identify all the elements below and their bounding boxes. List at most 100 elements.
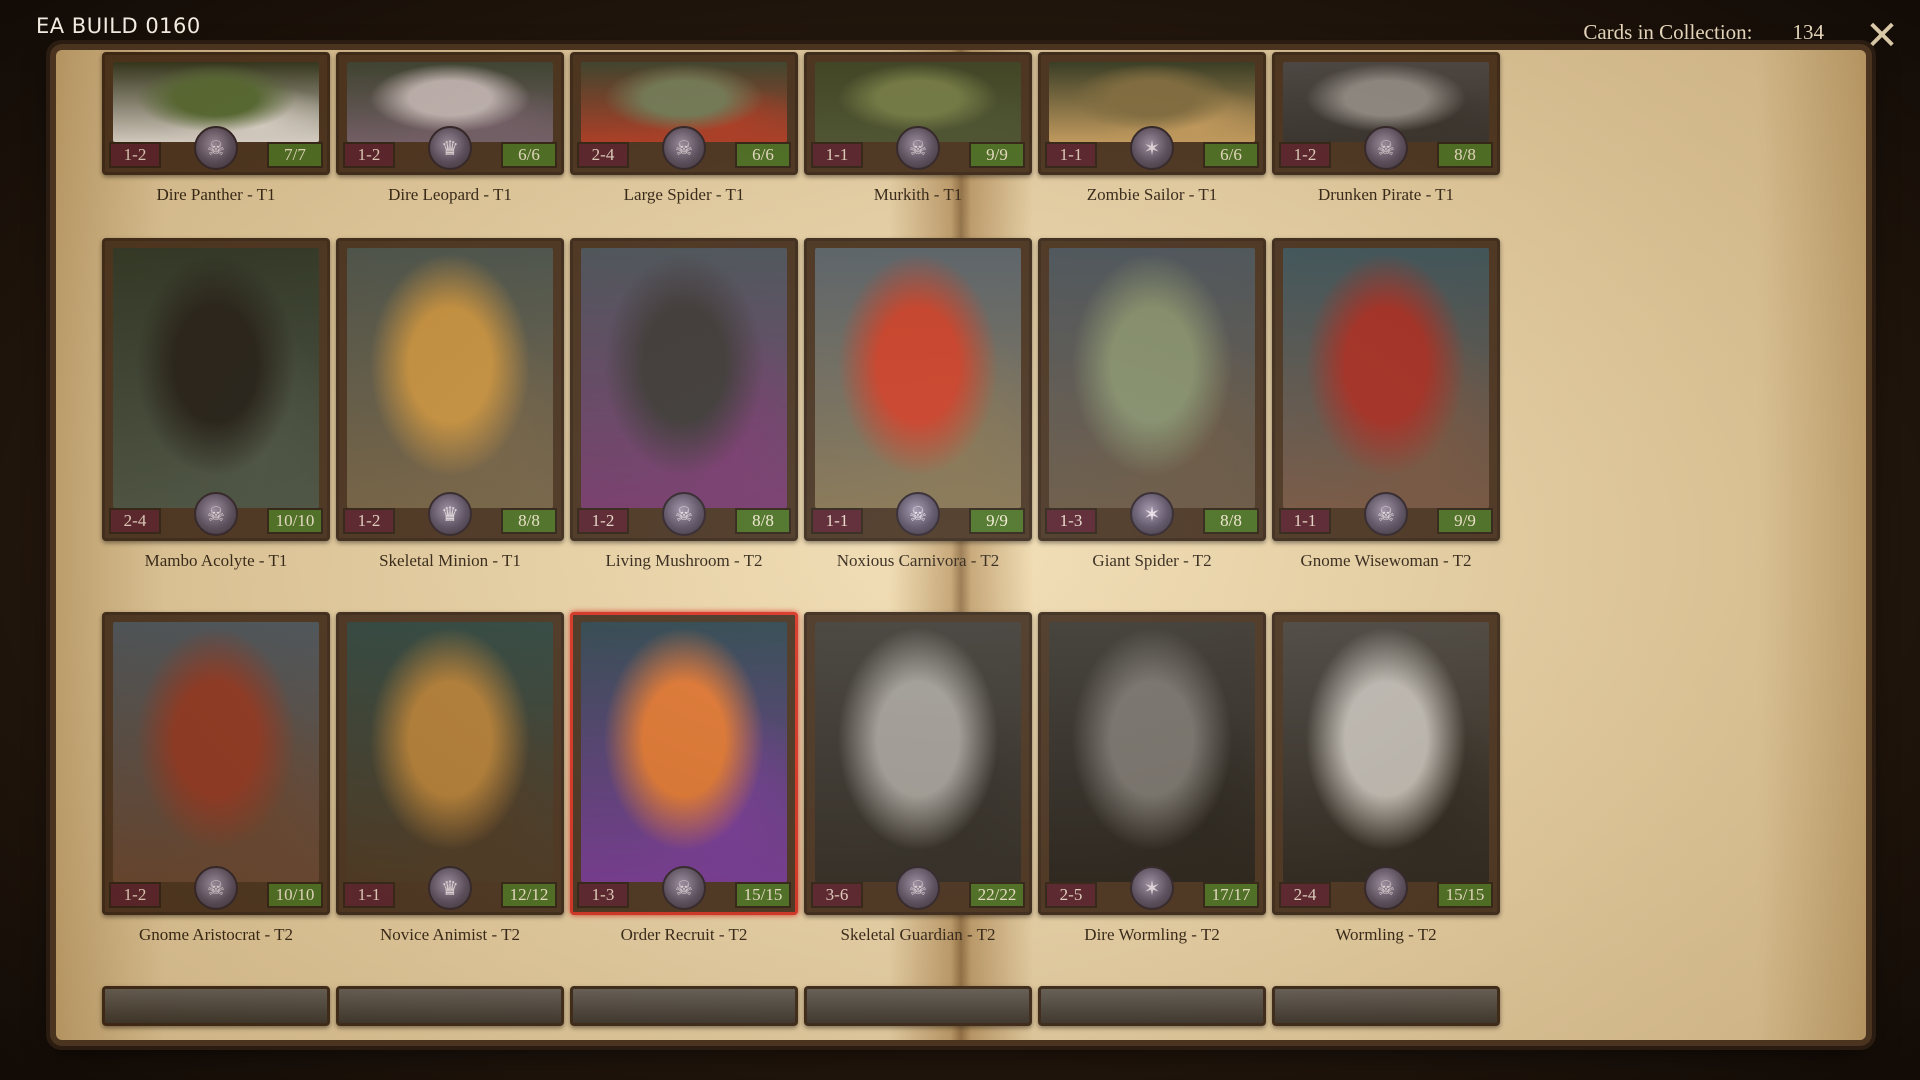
faction-emblem-icon: ☠ [1364, 126, 1408, 170]
health-badge: 8/8 [1203, 508, 1259, 534]
cost-badge: 2-4 [577, 142, 629, 168]
card-name: Zombie Sailor - T1 [1086, 185, 1218, 204]
cost-badge: 2-4 [1279, 882, 1331, 908]
card-frame[interactable]: 1-2 ♛ 6/6 [336, 52, 564, 175]
card-name: Noxious Carnivora - T2 [836, 551, 1000, 570]
card-frame-clipped[interactable] [1272, 986, 1500, 1026]
card-frame[interactable]: 2-5 ✶ 17/17 [1038, 612, 1266, 915]
card-name: Order Recruit - T2 [620, 925, 748, 944]
card-name: Skeletal Minion - T1 [379, 551, 521, 570]
health-badge: 10/10 [267, 508, 323, 534]
card[interactable]: 1-2 ☠ 8/8 Living Mushroom - T2 [570, 238, 798, 571]
collection-label: Cards in Collection: [1583, 20, 1753, 44]
close-icon: ✕ [1865, 13, 1899, 59]
card-name: Drunken Pirate - T1 [1317, 185, 1455, 204]
card-name: Dire Leopard - T1 [388, 185, 512, 204]
card-name: Dire Panther - T1 [156, 185, 276, 204]
card[interactable]: 1-3 ✶ 8/8 Giant Spider - T2 [1038, 238, 1266, 571]
cost-badge: 3-6 [811, 882, 863, 908]
card[interactable]: 1-2 ♛ 6/6 Dire Leopard - T1 [336, 52, 564, 205]
card-frame[interactable]: 2-4 ☠ 15/15 [1272, 612, 1500, 915]
health-badge: 9/9 [1437, 508, 1493, 534]
close-button[interactable]: ✕ [1860, 14, 1904, 58]
faction-emblem-icon: ☠ [194, 126, 238, 170]
card-art [1049, 248, 1255, 508]
card-name: Dire Wormling - T2 [1084, 925, 1220, 944]
faction-emblem-icon: ☠ [896, 492, 940, 536]
cost-badge: 2-5 [1045, 882, 1097, 908]
health-badge: 6/6 [501, 142, 557, 168]
card-art [1283, 248, 1489, 508]
card-frame[interactable]: 1-1 ✶ 6/6 [1038, 52, 1266, 175]
card[interactable]: 1-1 ☠ 9/9 Gnome Wisewoman - T2 [1272, 238, 1500, 571]
faction-emblem-icon: ✶ [1130, 126, 1174, 170]
card-art [347, 622, 553, 882]
health-badge: 12/12 [501, 882, 557, 908]
card-name: Wormling - T2 [1335, 925, 1437, 944]
card-art [815, 622, 1021, 882]
cost-badge: 1-1 [811, 142, 863, 168]
card-frame[interactable]: 1-2 ☠ 8/8 [1272, 52, 1500, 175]
card-art [113, 622, 319, 882]
card[interactable]: 1-1 ✶ 6/6 Zombie Sailor - T1 [1038, 52, 1266, 205]
faction-emblem-icon: ☠ [896, 126, 940, 170]
faction-emblem-icon: ✶ [1130, 866, 1174, 910]
cost-badge: 1-2 [343, 142, 395, 168]
cost-badge: 1-1 [1279, 508, 1331, 534]
card-frame-clipped[interactable] [1038, 986, 1266, 1026]
card-grid: 1-2 ☠ 7/7 Dire Panther - T1 1-2 ♛ 6/6 Dire Leop… [56, 50, 1866, 1040]
card[interactable]: 3-6 ☠ 22/22 Skeletal Guardian - T2 [804, 612, 1032, 945]
faction-emblem-icon: ☠ [1364, 492, 1408, 536]
health-badge: 8/8 [735, 508, 791, 534]
card[interactable]: 2-4 ☠ 6/6 Large Spider - T1 [570, 52, 798, 205]
card-frame[interactable]: 2-4 ☠ 6/6 [570, 52, 798, 175]
card-frame[interactable]: 1-1 ☠ 9/9 [804, 238, 1032, 541]
card[interactable]: 1-2 ☠ 10/10 Gnome Aristocrat - T2 [102, 612, 330, 945]
card[interactable]: 2-4 ☠ 10/10 Mambo Acolyte - T1 [102, 238, 330, 571]
faction-emblem-icon: ☠ [662, 492, 706, 536]
card[interactable]: 1-1 ☠ 9/9 Noxious Carnivora - T2 [804, 238, 1032, 571]
card[interactable]: 1-2 ☠ 8/8 Drunken Pirate - T1 [1272, 52, 1500, 205]
card-name: Large Spider - T1 [623, 185, 745, 204]
health-badge: 6/6 [735, 142, 791, 168]
health-badge: 15/15 [1437, 882, 1493, 908]
card-frame[interactable]: 1-2 ☠ 8/8 [570, 238, 798, 541]
card[interactable]: 2-4 ☠ 15/15 Wormling - T2 [1272, 612, 1500, 945]
card-frame[interactable]: 3-6 ☠ 22/22 [804, 612, 1032, 915]
card-frame[interactable]: 1-1 ☠ 9/9 [804, 52, 1032, 175]
card[interactable]: 1-1 ♛ 12/12 Novice Animist - T2 [336, 612, 564, 945]
card[interactable]: 2-5 ✶ 17/17 Dire Wormling - T2 [1038, 612, 1266, 945]
card-frame[interactable]: 2-4 ☠ 10/10 [102, 238, 330, 541]
card-frame-clipped[interactable] [102, 986, 330, 1026]
card-frame-clipped[interactable] [804, 986, 1032, 1026]
card-frame[interactable]: 1-2 ☠ 7/7 [102, 52, 330, 175]
cost-badge: 1-2 [577, 508, 629, 534]
card-frame[interactable]: 1-3 ✶ 8/8 [1038, 238, 1266, 541]
card-art [581, 248, 787, 508]
card-frame[interactable]: 1-1 ☠ 9/9 [1272, 238, 1500, 541]
card-frame[interactable]: 1-1 ♛ 12/12 [336, 612, 564, 915]
cost-badge: 1-1 [343, 882, 395, 908]
card-frame[interactable]: 1-2 ♛ 8/8 [336, 238, 564, 541]
card[interactable]: 1-2 ♛ 8/8 Skeletal Minion - T1 [336, 238, 564, 571]
card[interactable]: 1-1 ☠ 9/9 Murkith - T1 [804, 52, 1032, 205]
card-art [1283, 622, 1489, 882]
health-badge: 8/8 [1437, 142, 1493, 168]
card-art [347, 248, 553, 508]
cost-badge: 2-4 [109, 508, 161, 534]
card-frame[interactable]: 1-3 ☠ 15/15 [570, 612, 798, 915]
faction-emblem-icon: ♛ [428, 866, 472, 910]
card-name: Murkith - T1 [873, 185, 963, 204]
faction-emblem-icon: ☠ [662, 126, 706, 170]
health-badge: 22/22 [969, 882, 1025, 908]
cost-badge: 1-3 [1045, 508, 1097, 534]
card-name: Gnome Aristocrat - T2 [138, 925, 294, 944]
card[interactable]: 1-2 ☠ 7/7 Dire Panther - T1 [102, 52, 330, 205]
card-frame[interactable]: 1-2 ☠ 10/10 [102, 612, 330, 915]
card[interactable]: 1-3 ☠ 15/15 Order Recruit - T2 [570, 612, 798, 945]
card-name: Mambo Acolyte - T1 [144, 551, 288, 570]
card-name: Gnome Wisewoman - T2 [1300, 551, 1472, 570]
card-frame-clipped[interactable] [570, 986, 798, 1026]
card-art [815, 248, 1021, 508]
card-frame-clipped[interactable] [336, 986, 564, 1026]
